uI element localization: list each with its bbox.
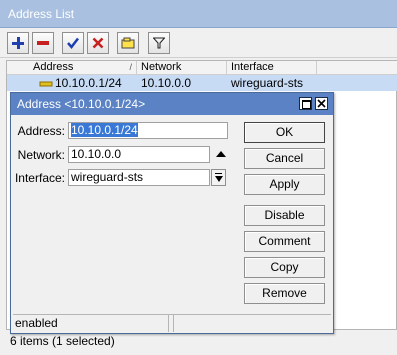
minus-icon	[37, 41, 49, 45]
cancel-button[interactable]: Cancel	[244, 148, 325, 169]
column-interface[interactable]: Interface	[227, 61, 317, 75]
column-network[interactable]: Network	[137, 61, 227, 75]
remove-button[interactable]: Remove	[244, 283, 325, 304]
filter-icon	[153, 37, 165, 49]
row-interface: wireguard-sts	[231, 76, 304, 90]
filter-button[interactable]	[148, 32, 170, 54]
x-icon	[92, 37, 104, 49]
remove-button[interactable]	[32, 32, 54, 54]
interface-select[interactable]: wireguard-sts	[68, 169, 210, 186]
row-network: 10.10.0.0	[141, 76, 192, 90]
toolbar	[0, 28, 397, 58]
apply-button[interactable]: Apply	[244, 174, 325, 195]
collapse-up-icon[interactable]	[216, 151, 226, 157]
enable-button[interactable]	[62, 32, 84, 54]
maximize-icon[interactable]	[299, 97, 312, 110]
dialog-status-bar: enabled	[13, 314, 331, 332]
network-field[interactable]: 10.10.0.0	[68, 146, 210, 163]
list-status: 6 items (1 selected)	[10, 334, 115, 348]
interface-label: Interface:	[14, 171, 65, 185]
address-value: 10.10.0.1/24	[71, 123, 138, 137]
dialog-status: enabled	[13, 315, 169, 332]
network-value: 10.10.0.0	[71, 147, 122, 161]
copy-button[interactable]: Copy	[244, 257, 325, 278]
comment-button[interactable]	[117, 32, 139, 54]
address-list-title: Address List	[8, 7, 75, 21]
address-field[interactable]: 10.10.0.1/24	[68, 122, 228, 139]
table-row[interactable]: 10.10.0.1/24 10.10.0.0 wireguard-sts	[7, 75, 397, 91]
network-label: Network:	[17, 148, 65, 162]
disable-button[interactable]	[87, 32, 109, 54]
address-list-title-bar: Address List	[0, 0, 397, 28]
dialog-status-extra	[173, 315, 331, 332]
address-dialog: Address <10.10.0.1/24> Address: 10.10.0.…	[10, 92, 334, 334]
ok-button[interactable]: OK	[244, 122, 325, 143]
address-label: Address:	[17, 124, 65, 138]
check-icon	[67, 37, 79, 49]
sort-icon: /	[129, 62, 132, 72]
comment-button[interactable]: Comment	[244, 231, 325, 252]
add-button[interactable]	[7, 32, 29, 54]
table-header: Address / Network Interface	[7, 61, 397, 75]
dialog-title: Address <10.10.0.1/24>	[17, 97, 146, 111]
plus-icon	[12, 37, 24, 49]
row-address: 10.10.0.1/24	[55, 76, 122, 90]
disable-button[interactable]: Disable	[244, 205, 325, 226]
close-icon[interactable]	[315, 97, 328, 110]
dropdown-icon[interactable]	[211, 169, 226, 186]
column-address[interactable]: Address /	[29, 61, 137, 75]
dialog-title-bar: Address <10.10.0.1/24>	[11, 93, 333, 115]
note-icon	[121, 37, 135, 49]
interface-value: wireguard-sts	[71, 170, 144, 184]
